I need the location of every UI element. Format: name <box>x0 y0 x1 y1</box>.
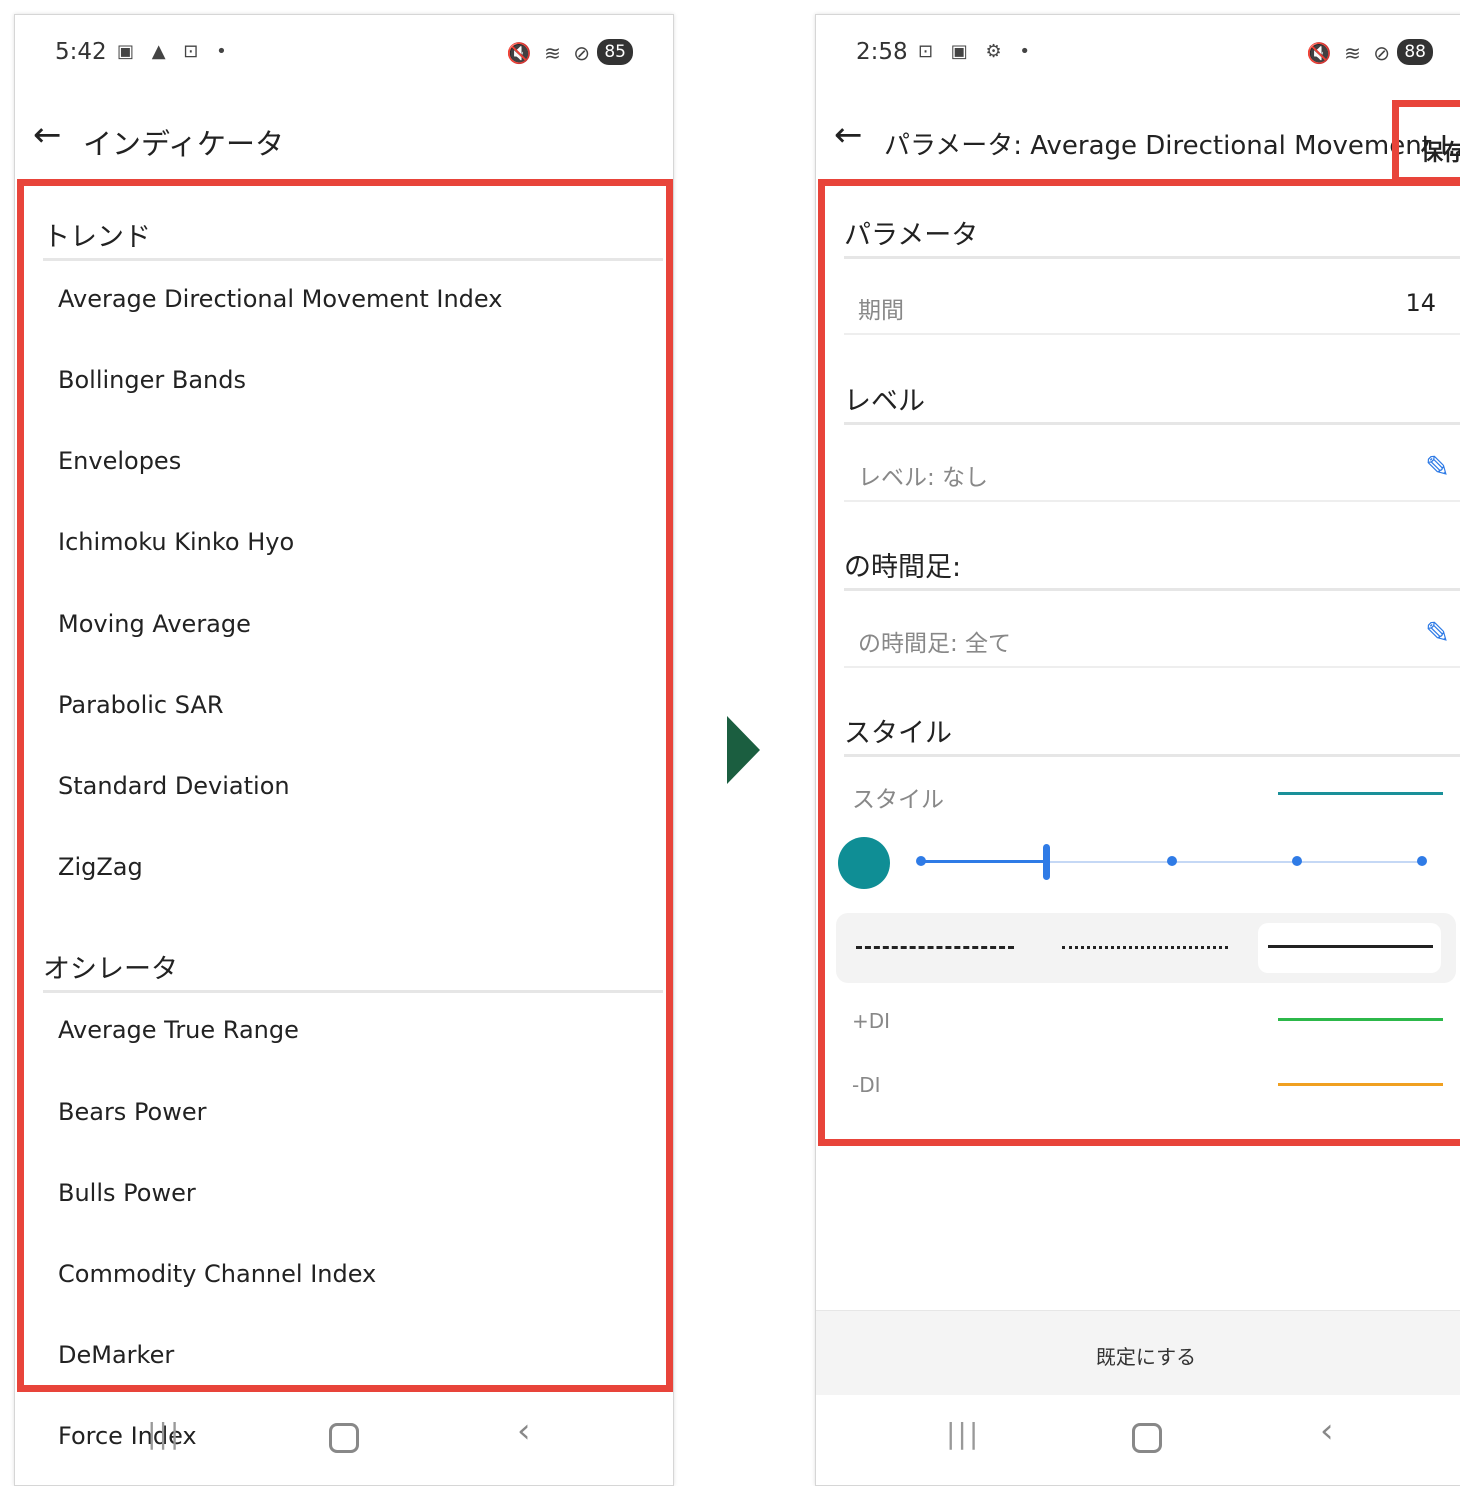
app-bar: ← パラメータ: Average Directional Movement I.… <box>834 105 1460 175</box>
list-item-bears-power[interactable]: Bears Power <box>58 1098 207 1126</box>
list-item-bulls-power[interactable]: Bulls Power <box>58 1179 196 1207</box>
section-header-parameters: パラメータ <box>844 213 1460 259</box>
period-field[interactable]: 期間 14 <box>844 273 1460 335</box>
nav-bar: ||| ‹ <box>15 1401 673 1471</box>
page-title: インディケータ <box>83 127 284 161</box>
list-item-zigzag[interactable]: ZigZag <box>58 853 143 881</box>
timeframes-field[interactable]: の時間足: 全て ✎ <box>844 606 1460 668</box>
indicators-screen: 5:42 ▣ ▲ ⊡ • 🔇 ≋ ⊘ 85 ← インディケータ トレンド Ave… <box>14 14 674 1486</box>
width-slider-stop-4[interactable] <box>1292 856 1302 866</box>
width-slider-stop-5[interactable] <box>1417 856 1427 866</box>
battery-icon: 85 <box>597 39 633 65</box>
battery-icon: 88 <box>1397 39 1433 65</box>
edit-timeframes-pencil-icon[interactable]: ✎ <box>1425 616 1450 651</box>
status-bar: 5:42 ▣ ▲ ⊡ • 🔇 ≋ ⊘ 85 <box>55 37 633 71</box>
minus-di-label: -DI <box>852 1073 881 1097</box>
system-status-icons: 🔇 ≋ ⊘ <box>506 41 593 65</box>
plus-di-line-preview[interactable] <box>1278 1018 1443 1021</box>
save-label: 保存 <box>1421 141 1460 166</box>
status-bar: 2:58 ⊡ ▣ ⚙ • 🔇 ≋ ⊘ 88 <box>856 37 1433 71</box>
list-item-adx[interactable]: Average Directional Movement Index <box>58 285 502 313</box>
notification-icons: ▣ ▲ ⊡ • <box>117 41 233 62</box>
back-arrow-icon[interactable]: ← <box>33 115 62 155</box>
list-item-atr[interactable]: Average True Range <box>58 1016 299 1044</box>
width-slider-fill <box>920 860 1048 863</box>
levels-field[interactable]: レベル: なし ✎ <box>844 440 1460 502</box>
levels-label: レベル: なし <box>858 465 989 491</box>
section-header-timeframes: の時間足: <box>844 545 1460 591</box>
list-item-ichimoku[interactable]: Ichimoku Kinko Hyo <box>58 528 294 556</box>
nav-back-icon[interactable]: ‹ <box>517 1411 531 1451</box>
system-status-icons: 🔇 ≋ ⊘ <box>1306 41 1393 65</box>
nav-bar: ||| ‹ <box>816 1401 1460 1471</box>
plus-di-label: +DI <box>852 1009 891 1033</box>
list-item-envelopes[interactable]: Envelopes <box>58 447 181 475</box>
list-item-cci[interactable]: Commodity Channel Index <box>58 1260 376 1288</box>
section-header-style: スタイル <box>844 711 1460 757</box>
section-header-levels: レベル <box>844 379 1460 425</box>
width-slider-stop-1[interactable] <box>916 856 926 866</box>
recents-icon[interactable]: ||| <box>946 1417 980 1450</box>
color-swatch[interactable] <box>838 837 890 889</box>
home-icon[interactable] <box>1132 1423 1162 1453</box>
list-item-parabolic-sar[interactable]: Parabolic SAR <box>58 691 224 719</box>
line-style-solid-selected[interactable] <box>1258 923 1441 973</box>
width-slider-handle[interactable] <box>1043 844 1050 880</box>
home-icon[interactable] <box>329 1423 359 1453</box>
notification-icons: ⊡ ▣ ⚙ • <box>918 41 1037 62</box>
section-header-trend: トレンド <box>43 215 663 261</box>
section-header-oscillator: オシレータ <box>43 947 663 993</box>
style-label: スタイル <box>852 787 944 813</box>
reset-defaults-label: 既定にする <box>1095 1345 1197 1369</box>
period-label: 期間 <box>858 298 904 324</box>
recents-icon[interactable]: ||| <box>147 1417 181 1450</box>
back-arrow-icon[interactable]: ← <box>834 115 863 155</box>
style-line-preview[interactable] <box>1278 792 1443 795</box>
reset-defaults-button[interactable]: 既定にする <box>816 1310 1460 1395</box>
save-button[interactable]: 保存 <box>1392 100 1460 184</box>
status-time: 2:58 <box>856 39 908 65</box>
width-slider-stop-3[interactable] <box>1167 856 1177 866</box>
page-title: パラメータ: Average Directional Movement I... <box>884 131 1460 161</box>
list-item-demarker[interactable]: DeMarker <box>58 1341 174 1369</box>
line-style-solid <box>1268 945 1433 948</box>
period-value: 14 <box>1405 289 1436 317</box>
transition-arrow-icon <box>727 716 760 784</box>
minus-di-line-preview[interactable] <box>1278 1083 1443 1086</box>
list-item-bollinger[interactable]: Bollinger Bands <box>58 366 246 394</box>
status-time: 5:42 <box>55 39 107 65</box>
list-item-standard-deviation[interactable]: Standard Deviation <box>58 772 290 800</box>
line-style-dash-dot[interactable] <box>1062 946 1228 949</box>
timeframes-label: の時間足: 全て <box>858 631 1012 657</box>
nav-back-icon[interactable]: ‹ <box>1320 1411 1334 1451</box>
app-bar: ← インディケータ <box>33 105 663 175</box>
list-item-moving-average[interactable]: Moving Average <box>58 610 251 638</box>
line-style-selector <box>836 913 1456 983</box>
edit-levels-pencil-icon[interactable]: ✎ <box>1425 450 1450 485</box>
parameters-screen: 2:58 ⊡ ▣ ⚙ • 🔇 ≋ ⊘ 88 ← パラメータ: Average D… <box>815 14 1460 1486</box>
line-style-dashed[interactable] <box>856 946 1014 949</box>
